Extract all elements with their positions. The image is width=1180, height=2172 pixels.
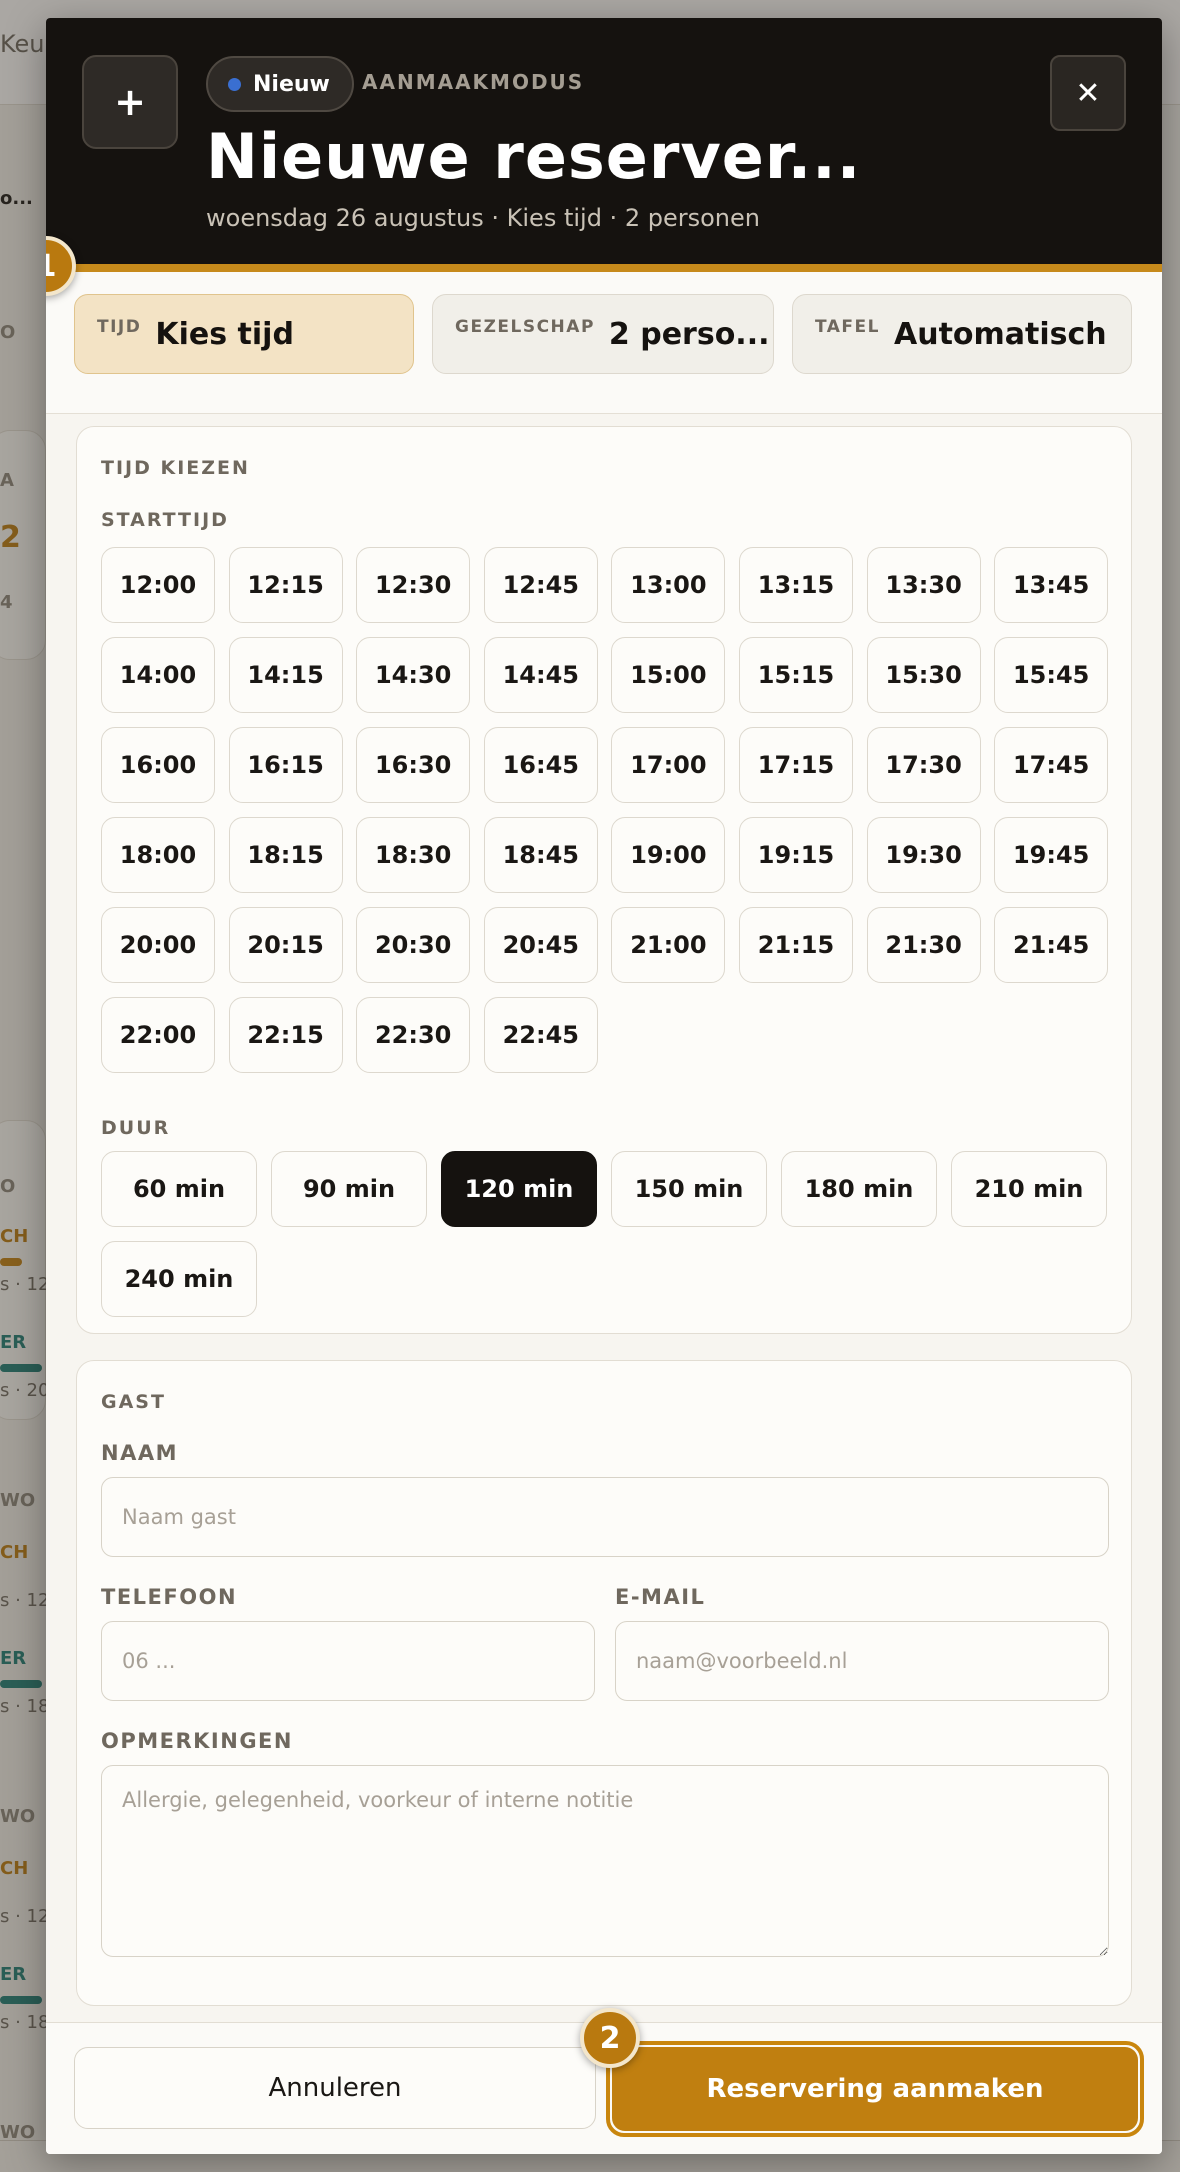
step-marker-2: 2 — [580, 2008, 640, 2068]
time-slot-button[interactable]: 12:30 — [356, 547, 471, 623]
tab-time-value: Kies tijd — [155, 316, 294, 352]
guest-section-title: GAST — [101, 1391, 166, 1413]
time-slot-button[interactable]: 17:45 — [994, 727, 1109, 803]
time-section: TIJD KIEZEN STARTTIJD DUUR 12:00 12:15 12:… — [76, 426, 1132, 1334]
time-slot-button[interactable]: 13:15 — [739, 547, 853, 623]
time-slot-button[interactable]: 22:15 — [228, 997, 343, 1073]
modal-subtitle: woensdag 26 augustus · Kies tijd · 2 per… — [206, 204, 760, 232]
time-slot-button[interactable]: 18:45 — [483, 817, 598, 893]
time-slot-button[interactable]: 17:00 — [611, 727, 726, 803]
guest-section: GAST NAAM TELEFOON E-MAIL OPMERKINGEN — [76, 1360, 1132, 2006]
summary-tabs: TIJD Kies tijd GEZELSCHAP 2 perso... TAF… — [46, 272, 1162, 414]
time-section-title: TIJD KIEZEN — [101, 457, 250, 479]
email-input[interactable] — [615, 1621, 1109, 1701]
time-slot-button[interactable]: 22:00 — [101, 997, 215, 1073]
time-slot-button[interactable]: 15:15 — [739, 637, 853, 713]
tab-party-key: GEZELSCHAP — [455, 317, 595, 337]
phone-input[interactable] — [101, 1621, 595, 1701]
tab-party-value: 2 perso... — [608, 316, 770, 352]
duration-label: DUUR — [101, 1117, 171, 1139]
time-slot-button[interactable]: 12:00 — [101, 547, 215, 623]
new-reservation-modal: + Nieuw AANMAAKMODUS Nieuwe reserver... … — [46, 18, 1162, 2154]
create-reservation-button[interactable]: Reservering aanmaken — [612, 2047, 1138, 2131]
duration-option-button[interactable]: 60 min — [101, 1151, 257, 1227]
time-slot-button[interactable]: 13:30 — [866, 547, 981, 623]
time-slot-button[interactable]: 18:15 — [228, 817, 343, 893]
time-slot-button[interactable]: 16:45 — [483, 727, 598, 803]
tab-time[interactable]: TIJD Kies tijd — [74, 294, 414, 374]
time-slot-button[interactable]: 19:15 — [739, 817, 853, 893]
time-slot-button[interactable]: 18:00 — [101, 817, 215, 893]
time-slot-button[interactable]: 21:45 — [994, 907, 1109, 983]
time-slot-button[interactable]: 15:30 — [866, 637, 981, 713]
time-slot-button[interactable]: 17:15 — [739, 727, 853, 803]
time-slot-button[interactable]: 13:00 — [611, 547, 726, 623]
email-label: E-MAIL — [615, 1585, 706, 1609]
phone-label: TELEFOON — [101, 1585, 238, 1609]
tab-party[interactable]: GEZELSCHAP 2 perso... — [432, 294, 774, 374]
status-dot-icon — [228, 77, 241, 91]
time-slot-button[interactable]: 14:00 — [101, 637, 215, 713]
time-slot-button[interactable]: 16:00 — [101, 727, 215, 803]
duration-option-button[interactable]: 120 min — [441, 1151, 597, 1227]
start-time-label: STARTTIJD — [101, 509, 229, 531]
notes-label: OPMERKINGEN — [101, 1729, 293, 1753]
duration-option-button[interactable]: 240 min — [101, 1241, 257, 1317]
time-slot-button[interactable]: 19:30 — [866, 817, 981, 893]
name-label: NAAM — [101, 1441, 178, 1465]
time-slot-button[interactable]: 20:00 — [101, 907, 215, 983]
duration-option-button[interactable]: 90 min — [271, 1151, 427, 1227]
time-slot-button[interactable]: 16:15 — [228, 727, 343, 803]
time-slot-button[interactable]: 14:45 — [483, 637, 598, 713]
duration-option-button[interactable]: 210 min — [951, 1151, 1107, 1227]
time-slot-button[interactable]: 21:30 — [866, 907, 981, 983]
time-slot-button[interactable]: 14:15 — [228, 637, 343, 713]
time-slot-button[interactable]: 22:30 — [356, 997, 471, 1073]
modal-title: Nieuwe reserver... — [206, 120, 862, 193]
name-input[interactable] — [101, 1477, 1109, 1557]
cancel-button[interactable]: Annuleren — [74, 2047, 596, 2129]
modal-header: + Nieuw AANMAAKMODUS Nieuwe reserver... … — [46, 18, 1162, 270]
time-slot-button[interactable]: 21:15 — [739, 907, 853, 983]
header-accent-stripe — [46, 264, 1162, 272]
time-slot-button[interactable]: 20:30 — [356, 907, 471, 983]
status-badge-label: Nieuw — [253, 71, 330, 97]
time-slot-button[interactable]: 21:00 — [611, 907, 726, 983]
time-slot-button[interactable]: 16:30 — [356, 727, 471, 803]
close-button[interactable]: ✕ — [1050, 55, 1126, 131]
duration-option-button[interactable]: 180 min — [781, 1151, 937, 1227]
time-slot-button[interactable]: 17:30 — [866, 727, 981, 803]
mode-label: AANMAAKMODUS — [362, 70, 585, 94]
status-badge: Nieuw — [206, 56, 354, 112]
time-slot-button[interactable]: 20:45 — [483, 907, 598, 983]
time-slot-button[interactable]: 12:15 — [228, 547, 343, 623]
time-slot-button[interactable]: 15:00 — [611, 637, 726, 713]
time-slot-button[interactable]: 18:30 — [356, 817, 471, 893]
time-slot-button[interactable]: 19:45 — [994, 817, 1109, 893]
tab-table-value: Automatisch — [894, 316, 1107, 352]
time-slot-button[interactable]: 15:45 — [994, 637, 1109, 713]
time-slot-button[interactable]: 13:45 — [994, 547, 1109, 623]
time-slot-button[interactable]: 22:45 — [483, 997, 598, 1073]
duration-option-button[interactable]: 150 min — [611, 1151, 767, 1227]
tab-table-key: TAFEL — [815, 317, 880, 337]
time-slot-button[interactable]: 12:45 — [483, 547, 598, 623]
time-slot-button[interactable]: 20:15 — [228, 907, 343, 983]
time-slot-button[interactable]: 14:30 — [356, 637, 471, 713]
tab-time-key: TIJD — [97, 317, 142, 337]
notes-textarea[interactable] — [101, 1765, 1109, 1957]
plus-icon: + — [82, 55, 178, 149]
time-slot-button[interactable]: 19:00 — [611, 817, 726, 893]
tab-table[interactable]: TAFEL Automatisch — [792, 294, 1132, 374]
